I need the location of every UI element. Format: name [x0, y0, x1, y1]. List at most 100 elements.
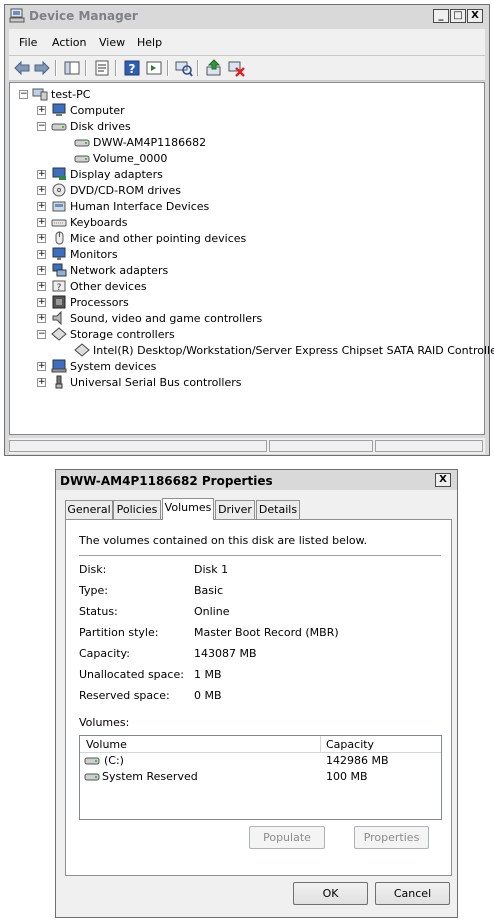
tree-item-disk-drives[interactable]: − Disk drives [37, 118, 131, 134]
expand-icon[interactable]: + [37, 217, 46, 227]
minimize-button[interactable]: _ [433, 9, 449, 23]
expand-icon[interactable]: + [37, 233, 46, 243]
tree-item-computer[interactable]: + Computer [37, 102, 125, 118]
tree-item-intel-sata-raid-controller[interactable]: Intel(R) Desktop/Workstation/Server Expr… [74, 342, 494, 358]
tree-item-label: Universal Serial Bus controllers [70, 375, 242, 389]
tree-item-display-adapters[interactable]: + Display adapters [37, 166, 163, 182]
collapse-icon[interactable]: − [37, 329, 46, 339]
tree-item-system-devices[interactable]: + System devices [37, 358, 156, 374]
tree-item-usb-controllers[interactable]: + Universal Serial Bus controllers [37, 374, 241, 390]
tree-root-label: test-PC [51, 87, 91, 101]
tab-policies[interactable]: Policies [113, 500, 161, 519]
expand-icon[interactable]: + [37, 281, 46, 291]
collapse-icon[interactable]: − [37, 121, 46, 131]
expand-icon[interactable]: + [37, 169, 46, 179]
properties-button[interactable]: Properties [354, 826, 429, 849]
tree-item-human-interface-devices[interactable]: + Human Interface Devices [37, 198, 209, 214]
tree-item-label: Monitors [70, 247, 118, 261]
tree-item-sound-video-game[interactable]: + Sound, video and game controllers [37, 310, 262, 326]
show-hide-console-tree-icon[interactable] [63, 59, 81, 77]
maximize-button[interactable]: □ [450, 9, 466, 23]
expand-icon[interactable]: + [37, 313, 46, 323]
status-value: Online [194, 605, 230, 618]
tree-item-volume-0000[interactable]: Volume_0000 [74, 150, 167, 166]
title-bar[interactable]: Device Manager _ □ X [5, 5, 489, 27]
volume-name: System Reserved [102, 770, 198, 783]
tree-item-label: System devices [70, 359, 157, 373]
partition-style-value: Master Boot Record (MBR) [194, 626, 339, 639]
close-button[interactable]: X [467, 9, 483, 23]
usb-icon [55, 375, 63, 389]
tree-item-other-devices[interactable]: + ? Other devices [37, 278, 147, 294]
tree-item-monitors[interactable]: + Monitors [37, 246, 118, 262]
processor-icon [52, 295, 66, 309]
tree-item-network-adapters[interactable]: + Network adapters [37, 262, 168, 278]
action-pane-icon[interactable] [145, 59, 163, 77]
populate-button[interactable]: Populate [249, 826, 325, 849]
column-header-capacity[interactable]: Capacity [326, 738, 374, 751]
expand-icon[interactable]: + [37, 297, 46, 307]
hard-drive-icon [84, 773, 100, 781]
volumes-list[interactable]: Volume Capacity (C:) 142986 MB System Re… [79, 735, 442, 820]
unallocated-space-label: Unallocated space: [79, 668, 184, 681]
disk-drive-icon [51, 123, 67, 131]
status-pane [375, 440, 483, 452]
tree-item-label: Volume_0000 [93, 151, 168, 165]
back-arrow-icon[interactable] [13, 59, 31, 77]
reserved-space-value: 0 MB [194, 689, 222, 702]
uninstall-icon[interactable] [227, 59, 245, 77]
device-tree[interactable]: − test-PC + Computer − Disk drives DWW-A… [9, 82, 494, 435]
properties-icon[interactable] [93, 59, 111, 77]
tab-general[interactable]: General [65, 500, 113, 519]
dvd-drive-icon [52, 183, 66, 197]
volume-row[interactable]: System Reserved 100 MB [80, 769, 441, 785]
menu-file[interactable]: File [19, 36, 37, 49]
collapse-icon[interactable]: − [19, 89, 28, 99]
expand-icon[interactable]: + [37, 185, 46, 195]
tab-details[interactable]: Details [256, 500, 300, 519]
menu-view[interactable]: View [99, 36, 125, 49]
other-devices-icon: ? [52, 280, 66, 293]
computer-icon [32, 88, 48, 101]
expand-icon[interactable]: + [37, 377, 46, 387]
forward-arrow-icon[interactable] [33, 59, 51, 77]
storage-controller-icon [74, 343, 90, 357]
cancel-button[interactable]: Cancel [375, 882, 450, 905]
menu-action[interactable]: Action [52, 36, 86, 49]
device-manager-window: Device Manager _ □ X File Action View He… [4, 4, 494, 456]
expand-icon[interactable]: + [37, 201, 46, 211]
volume-row[interactable]: (C:) 142986 MB [80, 753, 441, 769]
tree-item-label: Human Interface Devices [70, 199, 210, 213]
update-driver-icon[interactable] [205, 59, 223, 77]
tab-volumes[interactable]: Volumes [162, 498, 214, 520]
tree-item-processors[interactable]: + Processors [37, 294, 129, 310]
tree-item-mice[interactable]: + Mice and other pointing devices [37, 230, 246, 246]
dialog-title-bar[interactable]: DWW-AM4P1186682 Properties X [56, 470, 457, 490]
disk-drive-icon [74, 155, 90, 163]
column-header-volume[interactable]: Volume [86, 738, 127, 751]
expand-icon[interactable]: + [37, 249, 46, 259]
type-label: Type: [79, 584, 108, 597]
menu-help[interactable]: Help [137, 36, 162, 49]
scan-hardware-icon[interactable] [175, 59, 193, 77]
tree-item-keyboards[interactable]: + Keyboards [37, 214, 127, 230]
hard-drive-icon [84, 757, 100, 765]
tree-item-dvd-cd-rom-drives[interactable]: + DVD/CD-ROM drives [37, 182, 181, 198]
help-icon[interactable]: ? [123, 59, 141, 77]
tree-root[interactable]: − test-PC [19, 86, 90, 102]
volumes-list-header: Volume Capacity [80, 736, 441, 753]
volume-capacity: 100 MB [326, 770, 368, 783]
volume-capacity: 142986 MB [326, 754, 389, 767]
expand-icon[interactable]: + [37, 105, 46, 115]
expand-icon[interactable]: + [37, 361, 46, 371]
tree-item-storage-controllers[interactable]: − Storage controllers [37, 326, 175, 342]
tab-driver[interactable]: Driver [215, 500, 255, 519]
ok-button[interactable]: OK [293, 882, 368, 905]
type-value: Basic [194, 584, 224, 597]
dialog-close-button[interactable]: X [435, 473, 451, 487]
window-title: Device Manager [29, 9, 138, 23]
dialog-title: DWW-AM4P1186682 Properties [60, 474, 273, 488]
tree-item-dww-am4p1186682[interactable]: DWW-AM4P1186682 [74, 134, 206, 150]
expand-icon[interactable]: + [37, 265, 46, 275]
volumes-description: The volumes contained on this disk are l… [79, 534, 368, 547]
